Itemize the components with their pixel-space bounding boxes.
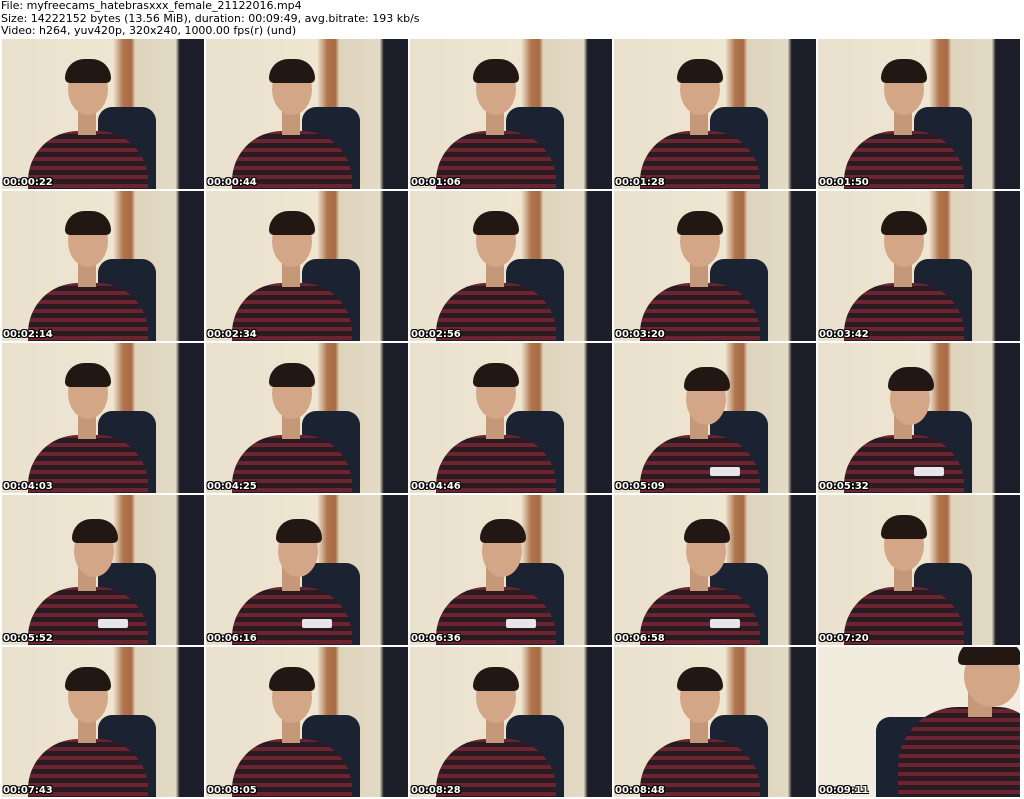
thumbnail-timestamp: 00:03:20: [615, 329, 665, 340]
thumbnail-hair: [480, 519, 526, 543]
thumbnail-timestamp: 00:05:52: [3, 633, 53, 644]
thumbnail-hair: [888, 367, 934, 391]
thumbnail-hair: [65, 211, 111, 235]
video-thumbnail: 00:06:36: [410, 495, 612, 645]
thumbnail-hair: [276, 519, 322, 543]
thumbnail-hair: [269, 211, 315, 235]
thumbnail-timestamp: 00:01:50: [819, 177, 869, 188]
video-thumbnail: 00:05:09: [614, 343, 816, 493]
video-thumbnail: 00:07:43: [2, 647, 204, 797]
thumbnail-hair: [677, 667, 723, 691]
thumbnail-hair: [65, 363, 111, 387]
thumbnail-hair: [677, 59, 723, 83]
thumbnail-hair: [269, 667, 315, 691]
thumbnail-hair: [473, 667, 519, 691]
thumbnail-timestamp: 00:06:16: [207, 633, 257, 644]
thumbnail-timestamp: 00:04:03: [3, 481, 53, 492]
thumbnail-timestamp: 00:08:28: [411, 785, 461, 796]
video-thumbnail: 00:02:14: [2, 191, 204, 341]
thumbnail-timestamp: 00:06:58: [615, 633, 665, 644]
phone-icon: [98, 619, 128, 628]
video-thumbnail: 00:03:42: [818, 191, 1020, 341]
thumbnail-hair: [269, 59, 315, 83]
video-thumbnail: 00:04:25: [206, 343, 408, 493]
thumbnail-grid: 00:00:22 00:00:44 00:01:06 00:01:28 00:01:50…: [2, 39, 1022, 799]
video-thumbnail: 00:01:28: [614, 39, 816, 189]
thumbnail-hair: [473, 363, 519, 387]
thumbnail-timestamp: 00:03:42: [819, 329, 869, 340]
thumbnail-timestamp: 00:02:14: [3, 329, 53, 340]
video-thumbnail: 00:05:32: [818, 343, 1020, 493]
video-thumbnail: 00:04:46: [410, 343, 612, 493]
video-thumbnail: 00:08:28: [410, 647, 612, 797]
video-thumbnail: 00:01:06: [410, 39, 612, 189]
thumbnail-hair: [881, 59, 927, 83]
video-thumbnail: 00:06:16: [206, 495, 408, 645]
video-thumbnail: 00:00:22: [2, 39, 204, 189]
video-thumbnail: 00:08:05: [206, 647, 408, 797]
thumbnail-hair: [881, 211, 927, 235]
thumbnail-timestamp: 00:07:20: [819, 633, 869, 644]
thumbnail-hair: [473, 59, 519, 83]
video-thumbnail: 00:04:03: [2, 343, 204, 493]
thumbnail-hair: [473, 211, 519, 235]
video-thumbnail: 00:03:20: [614, 191, 816, 341]
thumbnail-timestamp: 00:02:56: [411, 329, 461, 340]
video-thumbnail: 00:02:34: [206, 191, 408, 341]
thumbnail-timestamp: 00:08:05: [207, 785, 257, 796]
thumbnail-hair: [958, 647, 1020, 665]
video-thumbnail: 00:06:58: [614, 495, 816, 645]
phone-icon: [302, 619, 332, 628]
video-thumbnail: 00:08:48: [614, 647, 816, 797]
thumbnail-timestamp: 00:05:09: [615, 481, 665, 492]
thumbnail-timestamp: 00:05:32: [819, 481, 869, 492]
thumbnail-timestamp: 00:08:48: [615, 785, 665, 796]
file-info-header: File: myfreecams_hatebrasxxx_female_2112…: [1, 0, 1021, 38]
video-info-line: Video: h264, yuv420p, 320x240, 1000.00 f…: [1, 24, 297, 37]
video-thumbnail: 00:00:44: [206, 39, 408, 189]
phone-icon: [710, 467, 740, 476]
thumbnail-hair: [684, 519, 730, 543]
video-thumbnail: 00:02:56: [410, 191, 612, 341]
thumbnail-hair: [881, 515, 927, 539]
thumbnail-timestamp: 00:00:22: [3, 177, 53, 188]
thumbnail-timestamp: 00:07:43: [3, 785, 53, 796]
file-name-line: File: myfreecams_hatebrasxxx_female_2112…: [1, 0, 302, 12]
phone-icon: [710, 619, 740, 628]
thumbnail-timestamp: 00:00:44: [207, 177, 257, 188]
thumbnail-timestamp: 00:04:46: [411, 481, 461, 492]
thumbnail-timestamp: 00:01:06: [411, 177, 461, 188]
phone-icon: [914, 467, 944, 476]
thumbnail-timestamp: 00:02:34: [207, 329, 257, 340]
phone-icon: [506, 619, 536, 628]
video-thumbnail: 00:05:52: [2, 495, 204, 645]
video-thumbnail: 00:07:20: [818, 495, 1020, 645]
thumbnail-hair: [677, 211, 723, 235]
video-thumbnail: 00:09:11: [818, 647, 1020, 797]
video-thumbnail: 00:01:50: [818, 39, 1020, 189]
thumbnail-hair: [65, 667, 111, 691]
thumbnail-hair: [269, 363, 315, 387]
thumbnail-timestamp: 00:06:36: [411, 633, 461, 644]
thumbnail-hair: [684, 367, 730, 391]
thumbnail-timestamp: 00:01:28: [615, 177, 665, 188]
thumbnail-hair: [72, 519, 118, 543]
thumbnail-timestamp: 00:09:11: [819, 785, 869, 796]
thumbnail-timestamp: 00:04:25: [207, 481, 257, 492]
thumbnail-hair: [65, 59, 111, 83]
